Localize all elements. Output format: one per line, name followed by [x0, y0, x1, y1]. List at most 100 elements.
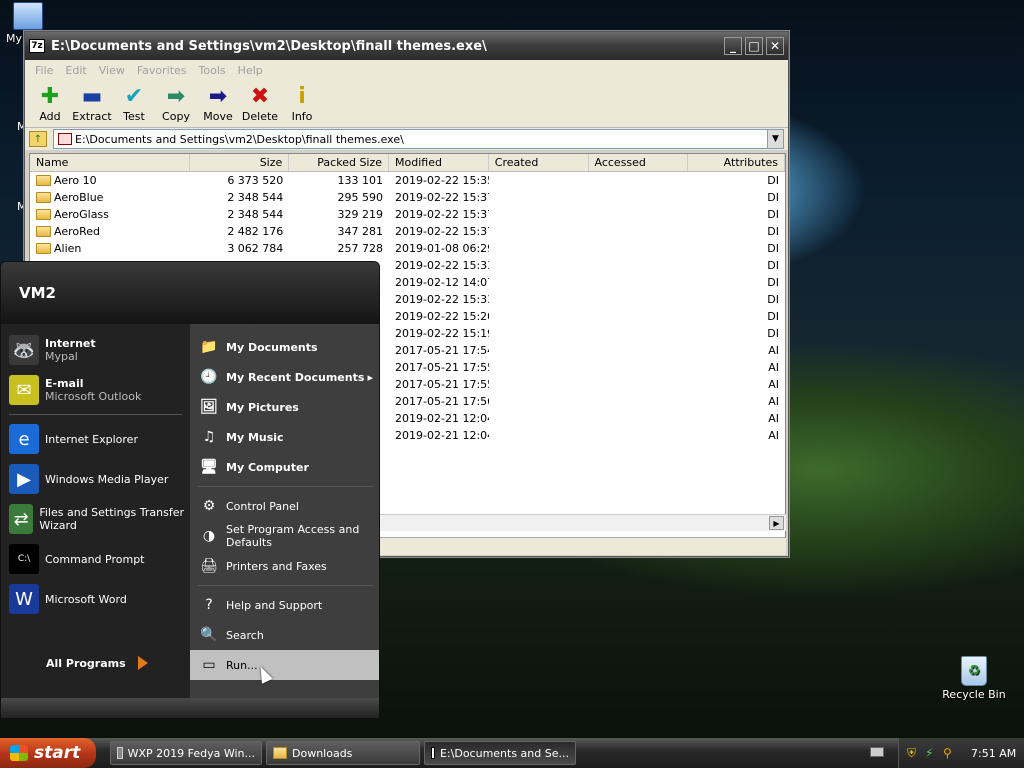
media-player-icon: ▶: [9, 464, 39, 494]
task-button[interactable]: E:\Documents and Se...: [424, 741, 576, 765]
all-programs-button[interactable]: All Programs: [46, 656, 148, 670]
set-program-access-and-defaults-item[interactable]: ◑ Set Program Access and Defaults: [190, 521, 379, 551]
security-shield-icon[interactable]: ⛨: [907, 746, 921, 760]
help-and-support-item[interactable]: ? Help and Support: [190, 590, 379, 620]
title-bar[interactable]: 7z E:\Documents and Settings\vm2\Desktop…: [25, 32, 788, 60]
menu-edit[interactable]: Edit: [59, 64, 92, 77]
recent-documents-icon: 🕘: [200, 369, 218, 385]
printers-and-faxes-item[interactable]: 🖨 Printers and Faxes: [190, 551, 379, 581]
my-documents-item[interactable]: 📁 My Documents: [190, 332, 379, 362]
run-item[interactable]: ▭ Run...: [190, 650, 379, 680]
delete-button[interactable]: ✖ Delete: [239, 84, 281, 123]
add-label: Add: [39, 110, 61, 123]
cell-attributes: DI: [767, 191, 779, 204]
item-text: Files and Settings Transfer Wizard: [39, 506, 190, 532]
network-icon[interactable]: ⚡: [925, 746, 939, 760]
address-input[interactable]: E:\Documents and Settings\vm2\Desktop\fi…: [53, 129, 784, 149]
task-button[interactable]: Downloads: [266, 741, 420, 765]
column-size[interactable]: Size: [190, 154, 290, 171]
internet-item[interactable]: 🦝 Internet Mypal: [1, 330, 190, 370]
column-attributes[interactable]: Attributes: [688, 154, 785, 171]
internet-explorer-item[interactable]: e Internet Explorer: [1, 419, 190, 459]
window-title: E:\Documents and Settings\vm2\Desktop\fi…: [51, 38, 487, 54]
item-text: Command Prompt: [45, 553, 145, 566]
chevron-down-icon[interactable]: ▼: [767, 130, 783, 148]
table-row[interactable]: Aero 10 6 373 520 133 101 2019-02-22 15:35 D…: [30, 172, 785, 189]
control-panel-item[interactable]: ⚙ Control Panel: [190, 491, 379, 521]
file-name: Aero 10: [54, 174, 97, 187]
menu-help[interactable]: Help: [232, 64, 269, 77]
item-text: Internet Explorer: [45, 433, 138, 446]
minimize-button[interactable]: _: [724, 37, 742, 55]
move-button[interactable]: ➡ Move: [197, 84, 239, 123]
my-pictures-item[interactable]: 🖼 My Pictures: [190, 392, 379, 422]
cell-attributes: AI: [768, 378, 779, 391]
files-and-settings-transfer-wizard-item[interactable]: ⇄ Files and Settings Transfer Wizard: [1, 499, 190, 539]
command-prompt-item[interactable]: C:\ Command Prompt: [1, 539, 190, 579]
menu-file[interactable]: File: [29, 64, 59, 77]
column-modified[interactable]: Modified: [389, 154, 489, 171]
cell-modified: 2017-05-21 17:54: [395, 344, 489, 357]
item-title: Files and Settings Transfer Wizard: [39, 506, 185, 532]
control-panel-icon: ⚙: [202, 498, 216, 514]
table-row[interactable]: AeroGlass 2 348 544 329 219 2019-02-22 15:3…: [30, 206, 785, 223]
cell-name: Alien: [30, 242, 190, 255]
my-computer-icon: 🖥: [200, 459, 218, 475]
cell-name: Aero 10: [30, 174, 190, 187]
menu-tools[interactable]: Tools: [193, 64, 232, 77]
item-title-bold: Internet: [45, 337, 96, 350]
up-folder-icon[interactable]: ↑: [29, 131, 47, 147]
table-row[interactable]: Alien 3 062 784 257 728 2019-01-08 06:29 DI: [30, 240, 785, 257]
test-button[interactable]: ✔ Test: [113, 84, 155, 123]
column-packed-size[interactable]: Packed Size: [289, 154, 390, 171]
printer-icon: 🖨: [200, 558, 218, 574]
recycle-bin-desktop-icon[interactable]: ♻ Recycle Bin: [942, 656, 1006, 701]
cell-modified: 2019-02-21 12:04: [395, 412, 489, 425]
maximize-button[interactable]: □: [745, 37, 763, 55]
my-computer-item[interactable]: 🖥 My Computer: [190, 452, 379, 482]
scroll-right-icon[interactable]: ▶: [769, 516, 784, 530]
my-recent-documents-item[interactable]: 🕘 My Recent Documents ▸: [190, 362, 379, 392]
cell-modified: 2017-05-21 17:55: [395, 361, 489, 374]
outlook-icon: ✉: [9, 375, 39, 405]
windows-media-player-item[interactable]: ▶ Windows Media Player: [1, 459, 190, 499]
column-name[interactable]: Name: [30, 154, 190, 171]
column-accessed[interactable]: Accessed: [589, 154, 689, 171]
menu-view[interactable]: View: [93, 64, 131, 77]
task-button[interactable]: WXP 2019 Fedya Win...: [110, 741, 262, 765]
e-mail-item[interactable]: ✉ E-mail Microsoft Outlook: [1, 370, 190, 410]
extract-button[interactable]: ▬ Extract: [71, 84, 113, 123]
clock[interactable]: 7:51 AM: [971, 747, 1016, 760]
item-text: E-mail Microsoft Outlook: [45, 377, 141, 403]
address-text: E:\Documents and Settings\vm2\Desktop\fi…: [75, 132, 404, 146]
copy-button[interactable]: ➡ Copy: [155, 84, 197, 123]
cell-packed-size: 257 728: [337, 242, 384, 255]
my-music-item[interactable]: ♫ My Music: [190, 422, 379, 452]
cell-packed-size: 329 219: [337, 208, 384, 221]
item-title: Command Prompt: [45, 552, 145, 566]
close-button[interactable]: ✕: [766, 37, 784, 55]
separator: [198, 486, 373, 487]
start-button[interactable]: start: [0, 738, 96, 768]
cell-attributes: AI: [768, 344, 779, 357]
column-created[interactable]: Created: [489, 154, 589, 171]
table-row[interactable]: AeroBlue 2 348 544 295 590 2019-02-22 15:37…: [30, 189, 785, 206]
add-button[interactable]: ✚ Add: [29, 84, 71, 123]
keyboard-icon[interactable]: [870, 747, 884, 757]
search-icon: 🔍: [200, 627, 218, 643]
microsoft-word-item[interactable]: W Microsoft Word: [1, 579, 190, 619]
search-item[interactable]: 🔍 Search: [190, 620, 379, 650]
archive-icon: [58, 133, 72, 145]
delete-icon: ✖: [250, 84, 270, 109]
info-button[interactable]: i Info: [281, 84, 323, 123]
item-label: Run...: [226, 658, 258, 672]
internet-explorer-icon: e: [9, 424, 39, 454]
search-tray-icon[interactable]: ⚲: [943, 746, 957, 760]
table-row[interactable]: AeroRed 2 482 176 347 281 2019-02-22 15:37 D…: [30, 223, 785, 240]
start-menu-right-pane: 📁 My Documents 🕘 My Recent Documents ▸ 🖼 My Pi…: [190, 324, 379, 698]
folder-task-icon: [273, 747, 287, 759]
move-icon: ➡: [208, 84, 228, 109]
cell-packed-size: 295 590: [337, 191, 384, 204]
cell-attributes: DI: [767, 208, 779, 221]
menu-favorites[interactable]: Favorites: [131, 64, 193, 77]
